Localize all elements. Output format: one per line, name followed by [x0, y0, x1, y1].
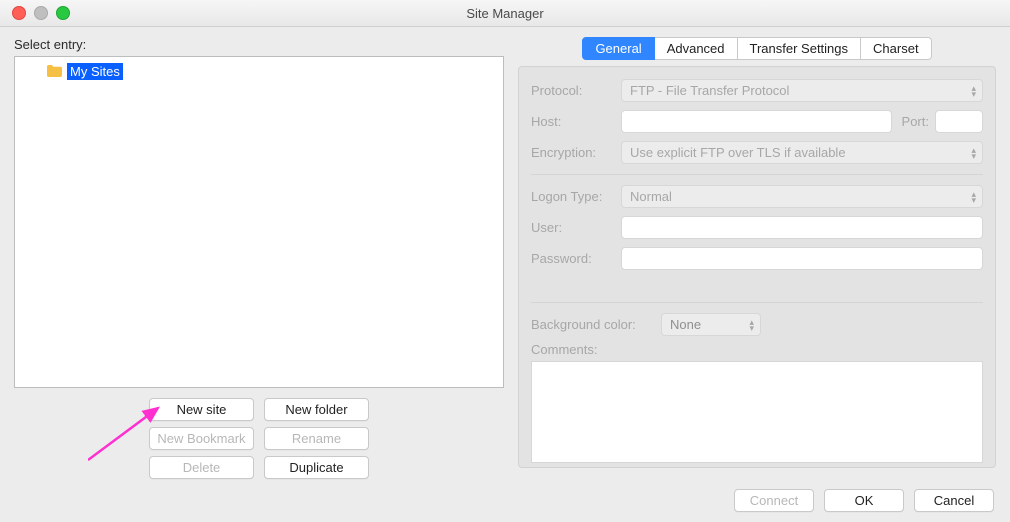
tab-charset[interactable]: Charset	[861, 37, 932, 60]
password-input[interactable]	[621, 247, 983, 270]
tree-node-label: My Sites	[67, 63, 123, 80]
encryption-select[interactable]: Use explicit FTP over TLS if available ▴…	[621, 141, 983, 164]
new-folder-button[interactable]: New folder	[264, 398, 369, 421]
encryption-label: Encryption:	[531, 145, 621, 160]
divider	[531, 302, 983, 303]
tab-transfer-settings[interactable]: Transfer Settings	[738, 37, 862, 60]
divider	[531, 174, 983, 175]
tab-advanced[interactable]: Advanced	[655, 37, 738, 60]
protocol-value: FTP - File Transfer Protocol	[630, 83, 789, 98]
cancel-button[interactable]: Cancel	[914, 489, 994, 512]
protocol-label: Protocol:	[531, 83, 621, 98]
delete-button: Delete	[149, 456, 254, 479]
chevron-updown-icon: ▴▾	[971, 191, 976, 203]
chevron-updown-icon: ▴▾	[749, 319, 754, 331]
protocol-select[interactable]: FTP - File Transfer Protocol ▴▾	[621, 79, 983, 102]
select-entry-label: Select entry:	[14, 37, 504, 52]
user-label: User:	[531, 220, 621, 235]
tree-node-my-sites[interactable]: My Sites	[25, 63, 493, 80]
bgcolor-label: Background color:	[531, 317, 661, 332]
right-pane: General Advanced Transfer Settings Chars…	[518, 37, 996, 468]
user-input[interactable]	[621, 216, 983, 239]
chevron-updown-icon: ▴▾	[971, 85, 976, 97]
left-pane: Select entry: My Sites New site New fold…	[14, 37, 504, 479]
titlebar: Site Manager	[0, 0, 1010, 27]
site-buttons: New site New folder New Bookmark Rename …	[14, 398, 504, 479]
comments-label: Comments:	[531, 342, 983, 357]
ok-button[interactable]: OK	[824, 489, 904, 512]
site-tree[interactable]: My Sites	[14, 56, 504, 388]
general-panel: Protocol: FTP - File Transfer Protocol ▴…	[518, 66, 996, 468]
host-input[interactable]	[621, 110, 892, 133]
tab-general[interactable]: General	[582, 37, 654, 60]
window-title: Site Manager	[0, 6, 1010, 21]
chevron-updown-icon: ▴▾	[971, 147, 976, 159]
folder-icon	[47, 65, 62, 79]
comments-textarea[interactable]	[531, 361, 983, 463]
new-bookmark-button: New Bookmark	[149, 427, 254, 450]
rename-button: Rename	[264, 427, 369, 450]
connect-button: Connect	[734, 489, 814, 512]
port-label: Port:	[902, 114, 929, 129]
logon-type-value: Normal	[630, 189, 672, 204]
bgcolor-value: None	[670, 317, 701, 332]
duplicate-button[interactable]: Duplicate	[264, 456, 369, 479]
port-input[interactable]	[935, 110, 983, 133]
encryption-value: Use explicit FTP over TLS if available	[630, 145, 846, 160]
tab-bar: General Advanced Transfer Settings Chars…	[518, 37, 996, 60]
logon-type-label: Logon Type:	[531, 189, 621, 204]
password-label: Password:	[531, 251, 621, 266]
host-label: Host:	[531, 114, 621, 129]
new-site-button[interactable]: New site	[149, 398, 254, 421]
bgcolor-select[interactable]: None ▴▾	[661, 313, 761, 336]
dialog-footer: Connect OK Cancel	[734, 489, 994, 512]
logon-type-select[interactable]: Normal ▴▾	[621, 185, 983, 208]
